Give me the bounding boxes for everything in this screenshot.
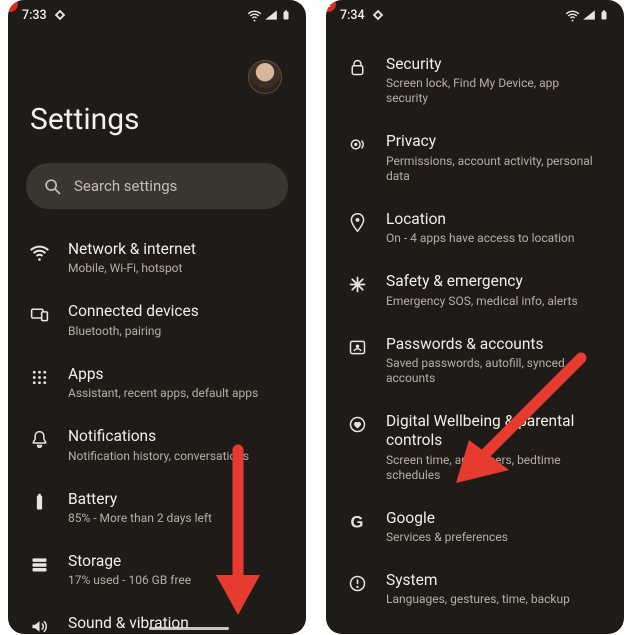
row-title: Digital Wellbeing & parental controls <box>386 412 604 451</box>
settings-row-notifications[interactable]: Notifications Notification history, conve… <box>26 414 288 476</box>
battery-icon <box>28 490 50 513</box>
google-icon <box>346 509 368 532</box>
settings-row-network-internet[interactable]: Network & internet Mobile, Wi-Fi, hotspot <box>26 227 288 289</box>
row-subtitle: Services & preferences <box>386 530 604 545</box>
settings-row-security[interactable]: Security Screen lock, Find My Device, app… <box>344 42 606 119</box>
settings-row-location[interactable]: Location On - 4 apps have access to locat… <box>344 197 606 259</box>
row-subtitle: Notification history, conversations <box>68 449 286 464</box>
row-subtitle: Mobile, Wi-Fi, hotspot <box>68 261 286 276</box>
wifi-status-icon <box>247 8 262 23</box>
settings-row-apps[interactable]: Apps Assistant, recent apps, default apps <box>26 352 288 414</box>
row-subtitle: Emergency SOS, medical info, alerts <box>386 294 604 309</box>
phone-icon <box>346 633 368 634</box>
row-title: Apps <box>68 365 286 384</box>
row-title: Sound & vibration <box>68 614 286 633</box>
settings-row-digital-wellbeing-parental-controls[interactable]: Digital Wellbeing & parental controlsScr… <box>344 399 606 496</box>
wifi-icon <box>28 240 50 263</box>
gesture-nav-bar <box>149 627 229 630</box>
settings-list: Network & internet Mobile, Wi-Fi, hotspot… <box>26 227 288 634</box>
nearby-share-icon <box>371 8 385 22</box>
row-title: Network & internet <box>68 240 286 259</box>
settings-row-about-phone[interactable]: About phoneDilum's Pixel <box>344 620 606 634</box>
wifi-status-icon <box>565 8 580 23</box>
status-time: 7:34 <box>340 8 365 23</box>
row-title: Location <box>386 210 604 229</box>
settings-row-system[interactable]: System Languages, gestures, time, backup <box>344 558 606 620</box>
battery-status-icon <box>598 8 610 22</box>
privacy-icon <box>346 132 368 155</box>
settings-row-google[interactable]: Google Services & preferences <box>344 496 606 558</box>
settings-row-passwords-accounts[interactable]: Passwords & accounts Saved passwords, aut… <box>344 322 606 399</box>
row-subtitle: Languages, gestures, time, backup <box>386 592 604 607</box>
row-title: Safety & emergency <box>386 272 604 291</box>
lock-icon <box>346 55 368 78</box>
row-title: Security <box>386 55 604 74</box>
row-title: Google <box>386 509 604 528</box>
page-title: Settings <box>26 94 288 163</box>
storage-icon <box>28 552 50 575</box>
profile-avatar[interactable] <box>248 60 282 94</box>
row-title: Notifications <box>68 427 286 446</box>
apps-icon <box>28 365 50 388</box>
row-title: Battery <box>68 490 286 509</box>
row-title: Connected devices <box>68 302 286 321</box>
settings-row-privacy[interactable]: Privacy Permissions, account activity, pe… <box>344 119 606 196</box>
settings-row-connected-devices[interactable]: Connected devices Bluetooth, pairing <box>26 289 288 351</box>
row-title: System <box>386 571 604 590</box>
location-icon <box>346 210 368 233</box>
search-settings-field[interactable]: Search settings <box>26 163 288 209</box>
row-subtitle: Screen time, app timers, bedtime schedul… <box>386 453 604 483</box>
cell-signal-icon <box>582 8 596 22</box>
volume-icon <box>28 614 50 634</box>
search-icon <box>42 176 62 196</box>
status-time: 7:33 <box>22 8 47 23</box>
passwords-icon <box>346 335 368 358</box>
devices-icon <box>28 302 50 325</box>
row-subtitle: Saved passwords, autofill, synced accoun… <box>386 356 604 386</box>
row-subtitle: Assistant, recent apps, default apps <box>68 386 286 401</box>
wellbeing-icon <box>346 412 368 435</box>
row-subtitle: Permissions, account activity, personal … <box>386 154 604 184</box>
settings-row-safety-emergency[interactable]: Safety & emergency Emergency SOS, medical… <box>344 259 606 321</box>
status-bar: 7:34 <box>326 0 624 26</box>
screenshot-1: 1 7:33 Settings Search settings Network … <box>8 0 306 634</box>
settings-row-storage[interactable]: Storage 17% used - 106 GB free <box>26 539 288 601</box>
battery-status-icon <box>280 8 292 22</box>
settings-list: Security Screen lock, Find My Device, app… <box>344 42 606 634</box>
row-subtitle: Screen lock, Find My Device, app securit… <box>386 76 604 106</box>
row-subtitle: 85% - More than 2 days left <box>68 511 286 526</box>
row-title: Passwords & accounts <box>386 335 604 354</box>
row-subtitle: Bluetooth, pairing <box>68 324 286 339</box>
settings-row-battery[interactable]: Battery 85% - More than 2 days left <box>26 477 288 539</box>
system-icon <box>346 571 368 594</box>
bell-icon <box>28 427 50 450</box>
nearby-share-icon <box>53 8 67 22</box>
row-subtitle: 17% used - 106 GB free <box>68 573 286 588</box>
row-title: Storage <box>68 552 286 571</box>
status-bar: 7:33 <box>8 0 306 26</box>
search-placeholder: Search settings <box>74 177 177 195</box>
emergency-icon <box>346 272 368 295</box>
row-title: About phone <box>386 633 604 634</box>
row-subtitle: On - 4 apps have access to location <box>386 231 604 246</box>
cell-signal-icon <box>264 8 278 22</box>
screenshot-2: 2 7:34 SecurityScreen lock, Find My Devi… <box>326 0 624 634</box>
row-title: Privacy <box>386 132 604 151</box>
